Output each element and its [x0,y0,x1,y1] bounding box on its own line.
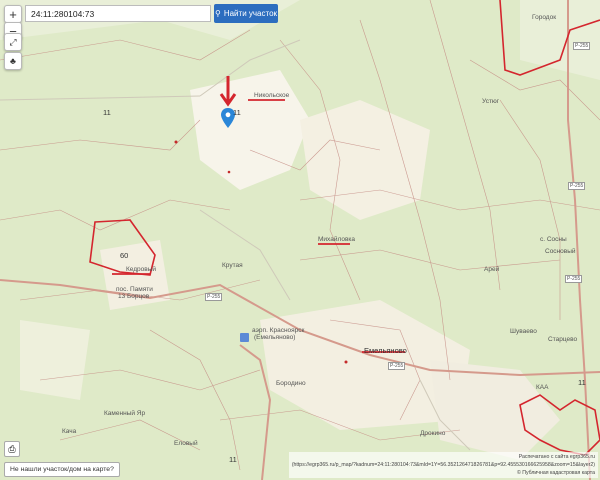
label-kaaa: КАА [536,384,549,391]
region-number: 11 [229,455,237,464]
region-number: 11 [103,108,111,117]
search-input[interactable] [25,5,211,22]
label-borcov: 13 Борцов [118,293,150,300]
label-airport2: (Емельяново) [254,334,296,341]
road-shield: Р-255 [573,42,591,50]
region-number: 60 [120,251,129,260]
road-shield: Р-255 [568,182,586,190]
label-ustyug: Устюг [482,98,500,105]
find-parcel-button[interactable]: ⚲ Найти участок [214,4,278,23]
label-sosny: с. Сосны [540,236,567,243]
fullscreen-icon[interactable]: ⤢ [4,33,22,51]
road-shield: Р-255 [205,293,223,301]
label-krutaya: Крутая [222,262,243,269]
label-nikolskoe: Никольское [254,92,290,99]
label-borodino: Бородино [276,380,306,387]
label-kedrovy: Кедровый [126,266,157,273]
label-kacha: Кача [62,428,77,435]
road-shield: Р-255 [388,362,406,370]
label-kamenniy-yar: Каменный Яр [104,410,146,417]
zoom-in-button[interactable]: + [4,5,22,23]
road-shield: Р-255 [565,275,583,283]
search-icon: ⚲ [214,9,221,18]
print-icon[interactable]: ⎙ [4,441,20,457]
find-parcel-label: Найти участок [223,9,278,18]
label-mikhaylovka: Михайловка [318,236,356,243]
not-found-button[interactable]: Не нашли участок/дом на карте? [4,462,120,477]
label-starcevo: Старцево [548,336,578,343]
label-shuvaevo: Шуваево [510,328,537,335]
map-attribution: Распечатано с сайта egrp365.ru (https://… [288,452,598,478]
region-number: 11 [233,108,241,117]
label-yelovyy: Еловый [174,440,198,447]
attribution-line1: Распечатано с сайта egrp365.ru [518,454,595,460]
airport-icon [240,333,249,342]
region-number: 11 [578,378,586,387]
map-canvas[interactable] [0,0,600,480]
label-sosnovy: Сосновый [545,248,576,255]
label-emelyanovo: Емельяново [364,346,407,355]
attribution-line2: (https://egrp365.ru/p_map/?kadnum=24:11:… [291,462,595,468]
label-arey: Арей [484,266,500,273]
attribution-line3: © Публичная кадастровая карта [516,470,595,476]
label-airport: аэрп. Красноярск [252,327,305,334]
label-pos-pamyati: пос. Памяти [116,286,153,293]
label-drokino: Дрокино [420,430,446,437]
layers-icon[interactable]: ♣ [4,52,22,70]
label-gorodok: Городок [532,14,557,21]
